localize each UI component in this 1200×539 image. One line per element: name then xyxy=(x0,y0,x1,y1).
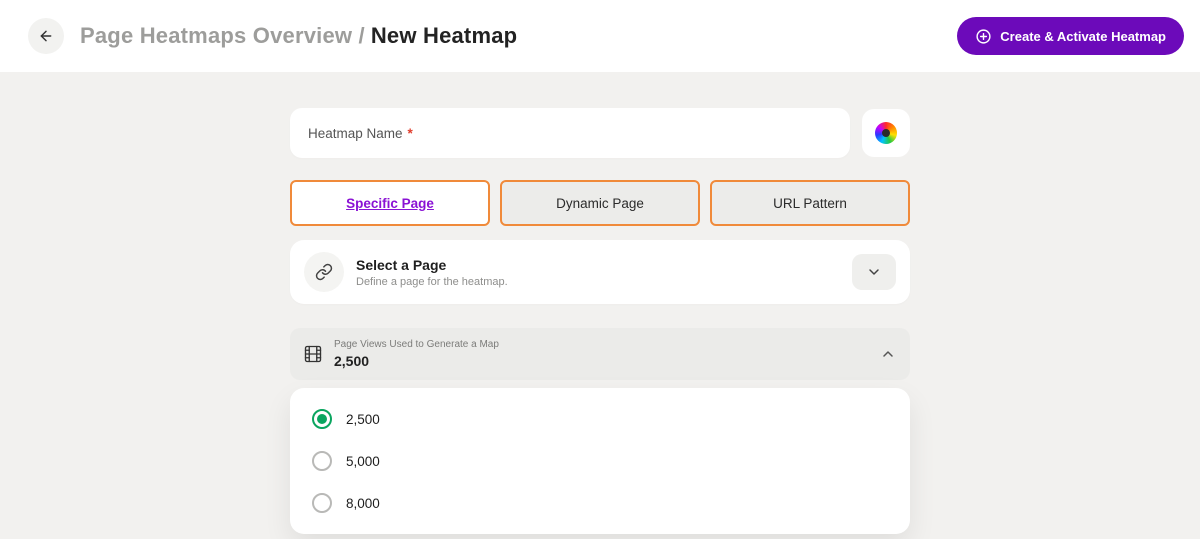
radio-icon[interactable] xyxy=(312,409,332,429)
select-page-subtitle: Define a page for the heatmap. xyxy=(356,276,508,288)
breadcrumb-current: New Heatmap xyxy=(371,23,517,48)
radio-icon[interactable] xyxy=(312,493,332,513)
tab-dynamic-page[interactable]: Dynamic Page xyxy=(500,180,700,226)
tab-specific-page[interactable]: Specific Page xyxy=(290,180,490,226)
heatmap-name-row: Heatmap Name * xyxy=(290,108,910,158)
required-asterisk: * xyxy=(408,126,413,141)
option-label: 5,000 xyxy=(346,454,380,469)
chevron-down-icon xyxy=(866,264,882,280)
header: Page Heatmaps Overview /New Heatmap Crea… xyxy=(0,0,1200,72)
color-wheel-icon xyxy=(875,122,897,144)
option-5000[interactable]: 5,000 xyxy=(290,440,910,482)
option-label: 2,500 xyxy=(346,412,380,427)
page-views-label: Page Views Used to Generate a Map xyxy=(334,339,499,350)
radio-icon[interactable] xyxy=(312,451,332,471)
option-8000[interactable]: 8,000 xyxy=(290,482,910,524)
page-views-text: Page Views Used to Generate a Map 2,500 xyxy=(334,339,499,369)
arrow-left-icon xyxy=(38,28,54,44)
option-2500[interactable]: 2,500 xyxy=(290,398,910,440)
back-button[interactable] xyxy=(28,18,64,54)
link-icon-circle xyxy=(304,252,344,292)
page-type-tabs: Specific Page Dynamic Page URL Pattern xyxy=(290,180,910,226)
breadcrumb-parent: Page Heatmaps Overview / xyxy=(80,23,365,48)
select-page-card[interactable]: Select a Page Define a page for the heat… xyxy=(290,240,910,304)
create-activate-heatmap-button[interactable]: Create & Activate Heatmap xyxy=(957,17,1184,55)
option-label: 8,000 xyxy=(346,496,380,511)
create-button-label: Create & Activate Heatmap xyxy=(1000,29,1166,44)
tab-url-pattern[interactable]: URL Pattern xyxy=(710,180,910,226)
link-icon xyxy=(315,263,333,281)
select-page-title: Select a Page xyxy=(356,257,508,273)
select-page-text: Select a Page Define a page for the heat… xyxy=(356,257,508,288)
heatmap-color-button[interactable] xyxy=(862,109,910,157)
heatmap-name-input[interactable]: Heatmap Name * xyxy=(290,108,850,158)
main-content: Heatmap Name * Specific Page Dynamic Pag… xyxy=(0,72,1200,534)
page-views-value: 2,500 xyxy=(334,353,499,369)
film-icon xyxy=(304,345,322,363)
page-title: Page Heatmaps Overview /New Heatmap xyxy=(80,23,517,49)
page-views-row[interactable]: Page Views Used to Generate a Map 2,500 xyxy=(290,328,910,380)
heatmap-name-placeholder: Heatmap Name xyxy=(308,126,403,141)
select-page-expand-button[interactable] xyxy=(852,254,896,290)
chevron-up-icon[interactable] xyxy=(880,346,896,362)
plus-circle-icon xyxy=(975,28,992,45)
page-views-options-panel: 2,500 5,000 8,000 xyxy=(290,388,910,534)
